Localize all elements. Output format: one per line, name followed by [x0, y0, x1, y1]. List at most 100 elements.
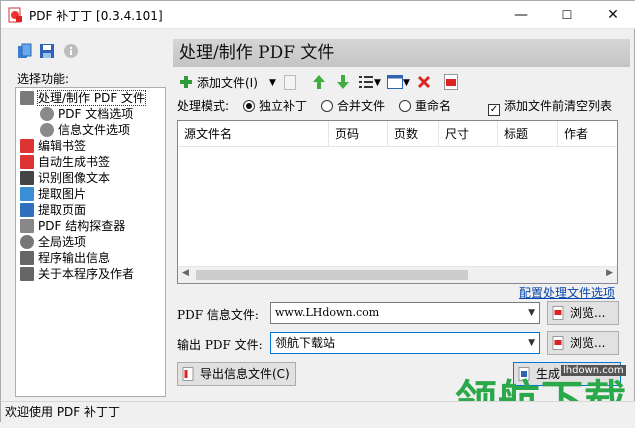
tree-item[interactable]: 程序输出信息: [20, 250, 110, 266]
tree-item-label: 提取图片: [38, 187, 87, 201]
column-header-filename[interactable]: 源文件名: [178, 121, 329, 147]
radio-indicator[interactable]: [243, 100, 255, 112]
column-header-author[interactable]: 作者: [558, 121, 618, 147]
tree-item[interactable]: 提取页面: [20, 202, 86, 218]
checkbox-indicator[interactable]: ✓: [488, 104, 500, 116]
tree-item-label: 关于本程序及作者: [38, 267, 135, 281]
watermark-site: lhdown.com: [561, 365, 626, 376]
clear-list-checkbox[interactable]: ✓ 添加文件前清空列表: [488, 97, 613, 116]
bookmark-icon: [20, 155, 34, 169]
ocr-icon: [20, 171, 34, 185]
column-header-page[interactable]: 页码: [329, 121, 388, 147]
tree-item[interactable]: 关于本程序及作者: [20, 266, 134, 282]
save-icon[interactable]: [39, 43, 55, 59]
tree-item[interactable]: PDF 结构探查器: [20, 218, 125, 234]
tree-item-label: 识别图像文本: [38, 171, 111, 185]
pdf-icon: [552, 336, 564, 350]
export-info-button[interactable]: 导出信息文件(C): [177, 362, 296, 386]
radio-rename[interactable]: 重命名: [399, 97, 451, 115]
tree-item-label: PDF 文档选项: [58, 107, 134, 121]
chevron-down-icon[interactable]: ▼: [528, 333, 535, 353]
tree-item[interactable]: PDF 文档选项: [40, 106, 133, 122]
scroll-left-icon[interactable]: ◀: [182, 268, 189, 278]
browse-output-button[interactable]: 浏览...: [547, 331, 619, 355]
info-file-input[interactable]: www.LHdown.com ▼: [270, 302, 540, 324]
info-icon[interactable]: [63, 43, 79, 59]
column-header-size[interactable]: 尺寸: [439, 121, 498, 147]
list-dropdown-icon[interactable]: ▼: [374, 73, 381, 93]
add-files-dropdown-icon[interactable]: ▼: [269, 73, 276, 93]
output-file-input[interactable]: 领航下载站 ▼: [270, 332, 540, 354]
numbered-list-icon[interactable]: [358, 74, 374, 90]
file-icon: [552, 306, 564, 320]
file-list[interactable]: 源文件名 页码 页数 尺寸 标题 作者 ◀ ▶: [177, 120, 618, 284]
tree-item-label: 信息文件选项: [58, 123, 131, 137]
column-header-title[interactable]: 标题: [498, 121, 558, 147]
radio-label: 合并文件: [337, 99, 386, 113]
blank-page-icon[interactable]: [284, 75, 296, 90]
mail-icon: [20, 267, 34, 281]
tree-item-label: 处理/制作 PDF 文件: [36, 90, 147, 106]
app-window: PDF 补丁丁 [0.3.4.101] — ☐ ✕ 选择功能: 处理/制作 PD…: [0, 0, 635, 425]
app-logo-icon: [8, 7, 22, 23]
chevron-down-icon[interactable]: ▼: [528, 303, 535, 323]
move-up-icon[interactable]: [312, 74, 326, 90]
select-function-label: 选择功能:: [17, 72, 70, 86]
radio-label: 重命名: [415, 99, 452, 113]
checkbox-label: 添加文件前清空列表: [504, 99, 613, 113]
horizontal-scrollbar[interactable]: ◀ ▶: [178, 266, 617, 283]
output-file-label: 输出 PDF 文件:: [177, 338, 263, 352]
export-label: 导出信息文件(C): [200, 367, 290, 381]
explorer-icon: [20, 219, 34, 233]
function-tree[interactable]: 处理/制作 PDF 文件 PDF 文档选项 信息文件选项编辑书签自动生成书签 识别图像…: [15, 87, 166, 397]
close-window-button[interactable]: ✕: [590, 1, 635, 29]
status-bar: 欢迎使用 PDF 补丁丁: [1, 401, 635, 423]
browse-label: 浏览...: [570, 336, 606, 350]
documents-icon[interactable]: [17, 43, 33, 59]
add-files-button[interactable]: 添加文件(I): [197, 73, 258, 93]
tree-item-label: 全局选项: [38, 235, 87, 249]
info-file-label: PDF 信息文件:: [177, 308, 259, 322]
tree-item[interactable]: 自动生成书签: [20, 154, 110, 170]
gear-icon: [40, 123, 54, 137]
title-bar: PDF 补丁丁 [0.3.4.101] — ☐ ✕: [1, 1, 635, 29]
window-view-icon[interactable]: [387, 75, 403, 89]
info-file-value: www.LHdown.com: [275, 306, 380, 319]
column-header-page-count[interactable]: 页数: [388, 121, 439, 147]
radio-indicator[interactable]: [399, 100, 411, 112]
scrollbar-thumb[interactable]: [196, 270, 468, 280]
page-title: 处理/制作 PDF 文件: [173, 39, 630, 67]
tree-item[interactable]: 信息文件选项: [40, 122, 130, 138]
tree-item[interactable]: 全局选项: [20, 234, 86, 250]
tree-item[interactable]: 处理/制作 PDF 文件: [20, 90, 147, 106]
move-down-icon[interactable]: [336, 74, 350, 90]
gear-icon: [20, 235, 34, 249]
maximize-button[interactable]: ☐: [544, 1, 590, 29]
delete-icon[interactable]: [417, 75, 431, 89]
tree-item-label: 提取页面: [38, 203, 87, 217]
config-options-link[interactable]: 配置处理文件选项: [519, 284, 615, 301]
export-icon: [182, 367, 194, 381]
tree-item-label: 自动生成书签: [38, 155, 111, 169]
radio-independent[interactable]: 独立补丁: [243, 97, 307, 115]
tree-item[interactable]: 提取图片: [20, 186, 86, 202]
bookmark-icon: [20, 139, 34, 153]
radio-merge[interactable]: 合并文件: [321, 97, 385, 115]
radio-indicator[interactable]: [321, 100, 333, 112]
browse-info-button[interactable]: 浏览...: [547, 301, 619, 325]
add-icon[interactable]: [179, 75, 193, 89]
tree-item-label: 编辑书签: [38, 139, 87, 153]
view-dropdown-icon[interactable]: ▼: [403, 73, 410, 93]
page-icon: [20, 203, 34, 217]
file-list-header: 源文件名 页码 页数 尺寸 标题 作者: [178, 121, 617, 147]
tree-item-label: 程序输出信息: [38, 251, 111, 265]
pdf-file-icon[interactable]: [444, 74, 458, 90]
tree-item-label: PDF 结构探查器: [38, 219, 126, 233]
output-file-value: 领航下载站: [275, 336, 336, 350]
tree-item[interactable]: 识别图像文本: [20, 170, 110, 186]
minimize-button[interactable]: —: [498, 1, 544, 29]
log-icon: [20, 251, 34, 265]
image-icon: [20, 187, 34, 201]
tree-item[interactable]: 编辑书签: [20, 138, 86, 154]
scroll-right-icon[interactable]: ▶: [606, 268, 613, 278]
